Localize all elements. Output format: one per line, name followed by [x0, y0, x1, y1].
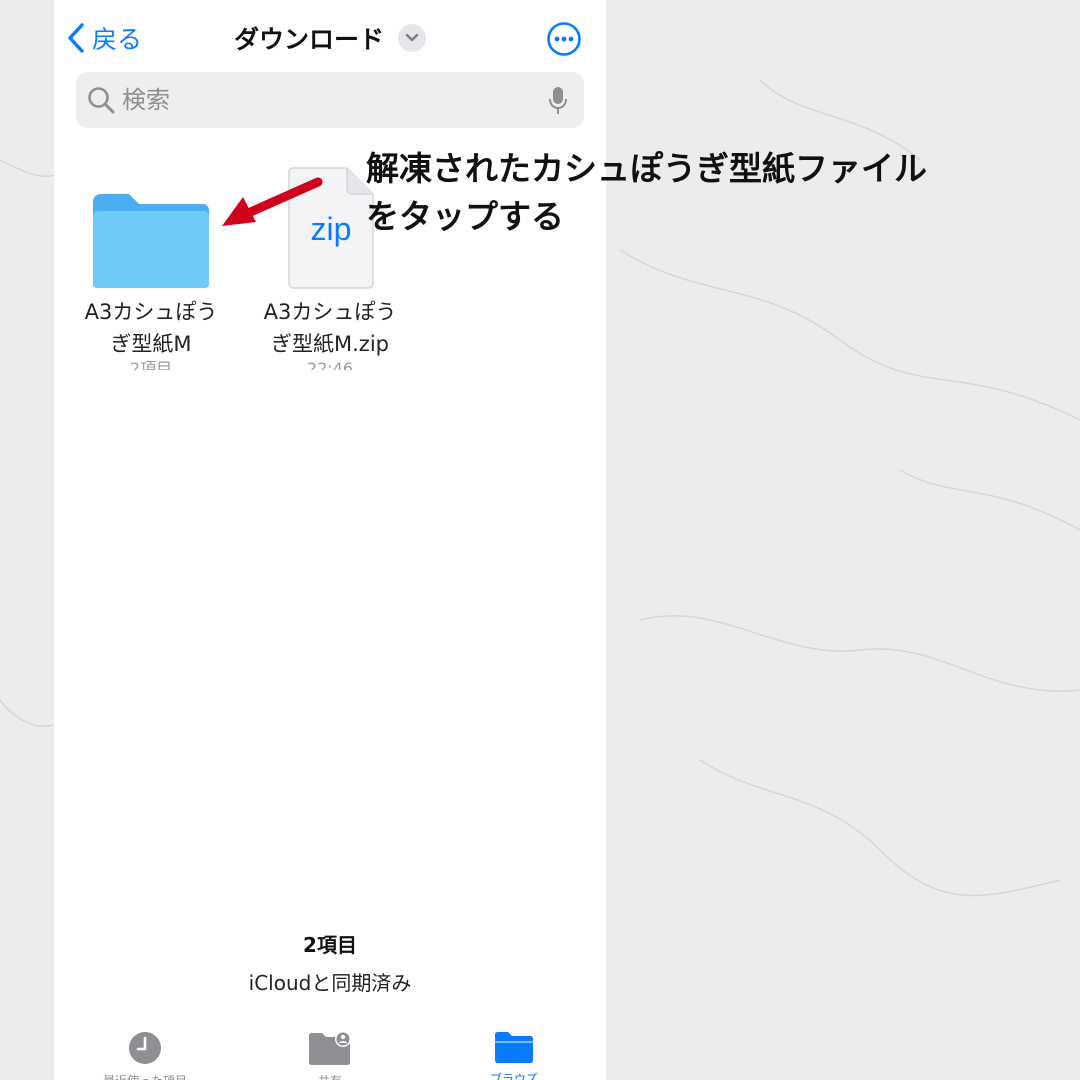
- back-label: 戻る: [92, 25, 143, 54]
- tab-label: ブラウズ: [489, 1072, 538, 1080]
- file-name-line-2: ぎ型紙M: [110, 332, 192, 356]
- more-options-button[interactable]: [546, 21, 582, 61]
- tab-shared[interactable]: 共有: [265, 1030, 395, 1080]
- instruction-annotation: 解凍されたカシュぽうぎ型紙ファイル をタップする: [366, 145, 927, 241]
- tab-label: 最近使った項目: [80, 1072, 210, 1080]
- folder-title-menu[interactable]: ダウンロード: [234, 20, 427, 56]
- shared-folder-icon: [309, 1031, 351, 1065]
- zip-file-icon: zip: [288, 167, 374, 289]
- folder-icon: [495, 1032, 533, 1063]
- item-count: 2項目: [303, 933, 357, 957]
- chevron-down-icon: [398, 24, 427, 52]
- search-icon: [88, 87, 115, 114]
- annotation-line-1: 解凍されたカシュぽうぎ型紙ファイル: [366, 149, 927, 188]
- search-input[interactable]: [122, 72, 522, 128]
- annotation-line-2: をタップする: [366, 197, 564, 236]
- file-meta: 22:46: [306, 360, 354, 370]
- microphone-icon[interactable]: [548, 86, 568, 116]
- sync-status: iCloudと同期済み: [248, 971, 412, 995]
- file-name-line-1: A3カシュぽう: [84, 300, 218, 324]
- chevron-left-icon: [68, 23, 84, 53]
- tab-bar: 最近使った項目 共有 ブラウズ: [54, 1022, 606, 1080]
- clock-icon: [129, 1032, 161, 1064]
- folder-icon: [93, 194, 209, 288]
- page-title: ダウンロード: [234, 25, 385, 54]
- file-name-line-2: ぎ型紙M.zip: [271, 332, 389, 356]
- back-button[interactable]: 戻る: [66, 20, 142, 56]
- file-item-folder[interactable]: A3カシュぽう ぎ型紙M 2項目: [63, 188, 239, 370]
- file-name-line-1: A3カシュぽう: [263, 300, 397, 324]
- tab-browse[interactable]: ブラウズ: [449, 1030, 579, 1080]
- tab-recents[interactable]: 最近使った項目: [80, 1030, 210, 1080]
- tab-label: 共有: [265, 1072, 395, 1080]
- search-bar[interactable]: [76, 72, 584, 128]
- zip-icon-label: zip: [311, 211, 352, 247]
- ellipsis-circle-icon: [547, 22, 581, 56]
- file-meta: 2項目: [129, 360, 173, 370]
